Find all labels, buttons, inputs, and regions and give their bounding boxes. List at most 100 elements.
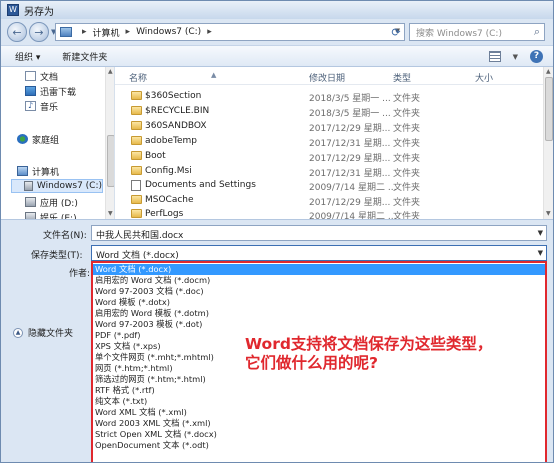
breadcrumb-computer[interactable]: 计算机	[93, 26, 120, 39]
folder-icon	[131, 195, 142, 204]
type-option[interactable]: OpenDocument 文本 (*.odt)	[93, 440, 545, 451]
file-row[interactable]: adobeTemp 2017/12/31 星期... 文件夹	[115, 134, 543, 149]
file-row[interactable]: MSOCache 2017/12/29 星期... 文件夹	[115, 193, 543, 208]
file-row[interactable]: Config.Msi 2017/12/31 星期... 文件夹	[115, 164, 543, 179]
filename-dropdown-icon[interactable]: ▼	[538, 229, 543, 237]
column-header-type[interactable]: 类型	[393, 71, 411, 84]
annotation-callout: Word支持将文档保存为这些类型， 它们做什么用的呢?	[245, 335, 545, 373]
file-row[interactable]: $RECYCLE.BIN 2018/3/5 星期一 ... 文件夹	[115, 104, 543, 119]
savetype-dropdown-list: Word 文档 (*.docx) 启用宏的 Word 文档 (*.docm) W…	[91, 261, 547, 462]
scrollbar-thumb[interactable]	[545, 77, 553, 141]
type-option[interactable]: Word 模板 (*.dotx)	[93, 297, 545, 308]
address-bar[interactable]: ▸ 计算机 ▸ Windows7 (C:) ▸ ▼	[55, 23, 405, 41]
file-date: 2017/12/29 星期...	[309, 124, 391, 134]
nav-item-computer[interactable]: 计算机	[17, 164, 59, 178]
column-header-modified[interactable]: 修改日期	[309, 71, 345, 84]
scroll-down-icon[interactable]: ▼	[108, 210, 113, 217]
type-option[interactable]: 筛选过的网页 (*.htm;*.html)	[93, 374, 545, 385]
file-list-scrollbar[interactable]: ▲ ▼	[543, 67, 553, 219]
computer-icon	[17, 166, 28, 176]
type-option[interactable]: Word 97-2003 模板 (*.dot)	[93, 319, 545, 330]
breadcrumb-separator: ▸	[125, 27, 131, 37]
back-button[interactable]: ←	[7, 22, 27, 42]
save-as-dialog: W 另存为 ← → ▼ ▸ 计算机 ▸ Windows7 (C:) ▸ ▼ ⟳ …	[0, 0, 554, 463]
file-row[interactable]: Boot 2017/12/29 星期... 文件夹	[115, 149, 543, 164]
savetype-select[interactable]: Word 文档 (*.docx) ▼	[91, 245, 547, 261]
file-type: 文件夹	[393, 124, 421, 134]
type-option[interactable]: Strict Open XML 文档 (*.docx)	[93, 429, 545, 440]
file-date: 2009/7/14 星期二 ...	[309, 212, 397, 219]
column-header-size[interactable]: 大小	[475, 71, 493, 84]
file-row[interactable]: PerfLogs 2009/7/14 星期二 ... 文件夹	[115, 207, 543, 219]
file-date: 2018/3/5 星期一 ...	[309, 94, 391, 104]
type-option[interactable]: 纯文本 (*.txt)	[93, 396, 545, 407]
type-option[interactable]: Word 文档 (*.docx)	[93, 264, 545, 275]
search-input[interactable]: 搜索 Windows7 (C:) ⌕	[409, 23, 545, 41]
window-title: 另存为	[24, 6, 54, 18]
address-row: ← → ▼ ▸ 计算机 ▸ Windows7 (C:) ▸ ▼ ⟳ 搜索 Win…	[1, 19, 553, 45]
scroll-down-icon[interactable]: ▼	[546, 210, 551, 217]
nav-item-documents[interactable]: 文档	[25, 69, 58, 83]
type-option[interactable]: RTF 格式 (*.rtf)	[93, 385, 545, 396]
file-name: 360SANDBOX	[145, 121, 207, 131]
nav-item-label: 娱乐 (E:)	[40, 213, 77, 220]
nav-scrollbar[interactable]: ▲ ▼	[105, 67, 114, 219]
file-type: 文件夹	[393, 139, 421, 149]
document-icon	[25, 71, 36, 81]
nav-item-entertainment-drive[interactable]: 娱乐 (E:)	[25, 210, 77, 219]
nav-item-label: Windows7 (C:)	[36, 181, 102, 191]
file-type: 文件夹	[393, 183, 421, 193]
nav-item-windows7-drive[interactable]: Windows7 (C:)	[11, 179, 103, 193]
sort-ascending-icon: ▲	[211, 71, 217, 79]
type-option[interactable]: 启用宏的 Word 文档 (*.docm)	[93, 275, 545, 286]
type-option[interactable]: Word 97-2003 文档 (*.doc)	[93, 286, 545, 297]
view-dropdown-icon[interactable]: ▼	[513, 53, 518, 61]
file-type: 文件夹	[393, 212, 421, 219]
refresh-icon: ⟳	[391, 25, 401, 39]
file-row[interactable]: $360Section 2018/3/5 星期一 ... 文件夹	[115, 89, 543, 104]
folder-icon	[131, 91, 142, 100]
type-option[interactable]: Word XML 文档 (*.xml)	[93, 407, 545, 418]
view-options-icon[interactable]	[488, 51, 501, 62]
chevron-down-icon[interactable]: ▼	[538, 249, 543, 257]
drive-icon	[25, 197, 36, 207]
hide-folders-label: 隐藏文件夹	[28, 329, 74, 339]
forward-button[interactable]: →	[29, 22, 49, 42]
title-bar: W 另存为	[1, 1, 553, 19]
save-options-panel: 文件名(N): 中我人民共和国.docx ▼ 保存类型(T): Word 文档 …	[1, 219, 553, 462]
organize-button[interactable]: 组织 ▾	[15, 50, 40, 63]
refresh-button[interactable]: ⟳	[387, 23, 405, 41]
new-folder-button[interactable]: 新建文件夹	[62, 50, 107, 63]
breadcrumb-drive[interactable]: Windows7 (C:)	[136, 27, 201, 37]
hide-folders-button[interactable]: ▲ 隐藏文件夹	[13, 326, 73, 339]
help-icon[interactable]: ?	[530, 50, 543, 63]
nav-item-music[interactable]: ♪ 音乐	[25, 99, 58, 113]
homegroup-icon	[17, 134, 28, 144]
file-row[interactable]: 360SANDBOX 2017/12/29 星期... 文件夹	[115, 119, 543, 134]
folder-icon	[131, 209, 142, 218]
back-arrow-icon: ←	[12, 25, 22, 39]
scrollbar-thumb[interactable]	[107, 135, 114, 187]
scroll-up-icon[interactable]: ▲	[546, 68, 551, 75]
callout-line-2: 它们做什么用的呢?	[245, 354, 378, 372]
author-label: 作者:	[69, 269, 91, 279]
file-name: Boot	[145, 151, 166, 161]
breadcrumb-separator: ▸	[207, 27, 212, 37]
navigation-pane: 文档 迅雷下载 ♪ 音乐 家庭组 计算机 Windows7 (C:) 应用 (D…	[1, 67, 115, 219]
folder-icon	[131, 121, 142, 130]
column-header-row: 名称 ▲ 修改日期 类型 大小	[115, 67, 553, 85]
nav-item-xunlei-downloads[interactable]: 迅雷下载	[25, 84, 76, 98]
filename-input[interactable]: 中我人民共和国.docx ▼	[91, 225, 547, 241]
nav-item-homegroup[interactable]: 家庭组	[17, 132, 59, 146]
folder-icon	[131, 151, 142, 160]
type-option[interactable]: 启用宏的 Word 模板 (*.dotm)	[93, 308, 545, 319]
savetype-label: 保存类型(T):	[31, 251, 83, 261]
file-row[interactable]: Documents and Settings 2009/7/14 星期二 ...…	[115, 178, 543, 193]
music-icon: ♪	[25, 101, 36, 111]
computer-icon	[60, 27, 72, 37]
nav-item-label: 家庭组	[32, 135, 60, 146]
column-header-name[interactable]: 名称	[129, 71, 147, 84]
nav-item-app-drive[interactable]: 应用 (D:)	[25, 195, 78, 209]
scroll-up-icon[interactable]: ▲	[108, 68, 113, 75]
type-option[interactable]: Word 2003 XML 文档 (*.xml)	[93, 418, 545, 429]
